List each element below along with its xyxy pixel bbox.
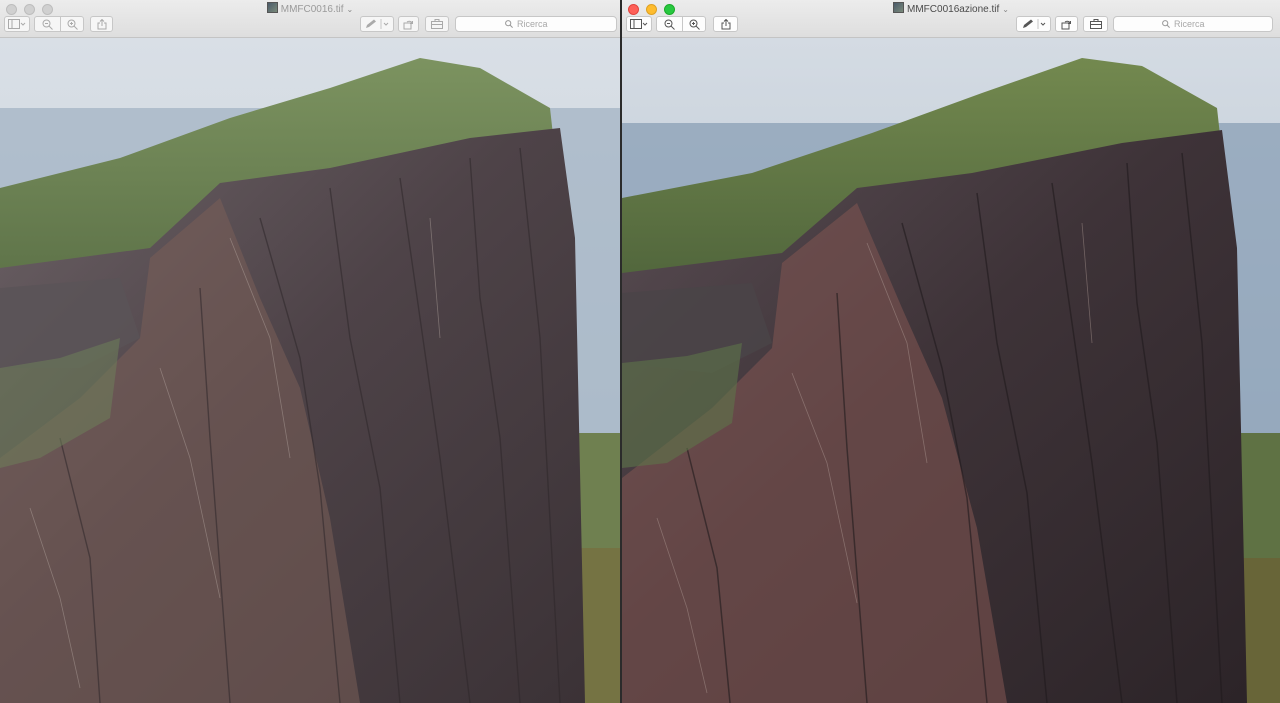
- share-button[interactable]: [90, 16, 113, 32]
- sidebar-toggle-button[interactable]: [626, 16, 652, 32]
- search-input[interactable]: [1174, 19, 1224, 29]
- search-icon: [1162, 20, 1170, 28]
- markup-pen-icon: [366, 19, 389, 29]
- rotate-button[interactable]: [398, 16, 419, 32]
- rotate-icon: [403, 20, 413, 29]
- share-icon: [97, 18, 106, 29]
- titlebar[interactable]: MMFC0016.tif ⌄: [0, 0, 620, 38]
- preview-window-left[interactable]: MMFC0016.tif ⌄: [0, 0, 620, 703]
- zoom-out-icon: [664, 19, 675, 30]
- share-button[interactable]: [713, 16, 738, 32]
- markup-pen-icon: [1022, 19, 1045, 29]
- markup-button[interactable]: [1016, 16, 1051, 32]
- search-field[interactable]: [455, 16, 617, 32]
- zoom-in-icon: [67, 19, 78, 30]
- search-field[interactable]: [1113, 16, 1273, 32]
- search-input[interactable]: [517, 19, 567, 29]
- markup-button[interactable]: [360, 16, 394, 32]
- zoom-out-button[interactable]: [35, 19, 60, 30]
- toolbox-icon: [1089, 19, 1102, 29]
- toolbox-button[interactable]: [425, 16, 449, 32]
- preview-window-right[interactable]: MMFC0016azione.tif ⌄: [622, 0, 1280, 703]
- window-title[interactable]: MMFC0016.tif ⌄: [0, 2, 620, 15]
- chevron-down-icon[interactable]: ⌄: [347, 5, 354, 14]
- zoom-out-button[interactable]: [657, 19, 682, 30]
- sidebar-toggle-icon: [8, 19, 26, 29]
- chevron-down-icon[interactable]: ⌄: [1002, 5, 1009, 14]
- zoom-segment: [656, 16, 706, 32]
- sidebar-toggle-icon: [630, 19, 648, 29]
- cliff-photo: [0, 38, 620, 703]
- zoom-segment: [34, 16, 84, 32]
- cliff-photo: [622, 38, 1280, 703]
- zoom-in-icon: [689, 19, 700, 30]
- zoom-in-button[interactable]: [682, 19, 707, 30]
- window-title-text: MMFC0016azione.tif: [907, 4, 1000, 15]
- search-icon: [505, 20, 513, 28]
- share-icon: [721, 18, 730, 29]
- zoom-in-button[interactable]: [60, 19, 85, 30]
- image-view[interactable]: [0, 38, 620, 703]
- window-title-text: MMFC0016.tif: [280, 4, 344, 15]
- image-view[interactable]: [622, 38, 1280, 703]
- toolbox-icon: [431, 19, 443, 29]
- toolbox-button[interactable]: [1083, 16, 1108, 32]
- rotate-button[interactable]: [1055, 16, 1078, 32]
- window-title[interactable]: MMFC0016azione.tif ⌄: [622, 2, 1280, 15]
- zoom-out-icon: [42, 19, 53, 30]
- document-icon: [893, 2, 905, 13]
- titlebar[interactable]: MMFC0016azione.tif ⌄: [622, 0, 1280, 38]
- document-icon: [266, 2, 278, 13]
- sidebar-toggle-button[interactable]: [4, 16, 30, 32]
- rotate-icon: [1061, 20, 1071, 29]
